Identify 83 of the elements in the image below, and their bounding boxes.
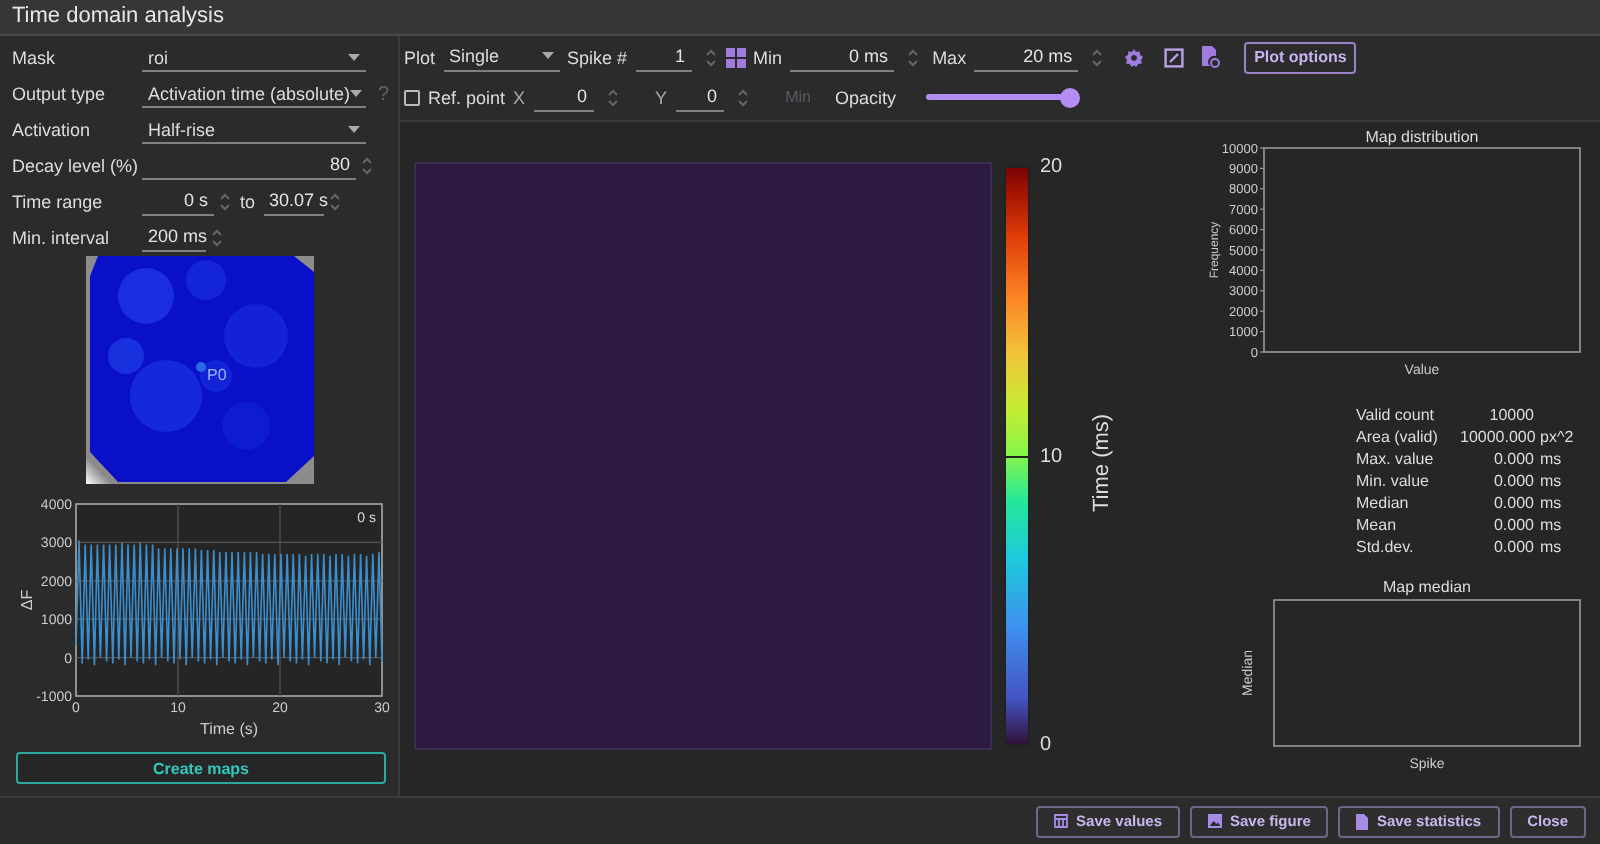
number-field[interactable]: 0: [533, 83, 594, 111]
number-field[interactable]: 20 ms: [974, 43, 1079, 71]
axis-label: Time (s): [199, 720, 259, 738]
stat-unit: ms: [1540, 448, 1564, 470]
spinner-icon[interactable]: [906, 45, 921, 69]
field-label: Mask: [12, 48, 58, 68]
table-icon: [1054, 814, 1069, 828]
field-label: Max: [932, 47, 967, 67]
caret-icon: [350, 89, 363, 97]
stat-value: 0.000: [1491, 514, 1536, 536]
chart-title: Map median: [1382, 578, 1472, 596]
spinner-icon[interactable]: [735, 85, 750, 109]
spinner-icon[interactable]: [1090, 45, 1105, 69]
checkbox-label[interactable]: Ref. point: [428, 87, 506, 107]
file-icon[interactable]: [1200, 46, 1221, 68]
field-label: Activation: [12, 120, 93, 140]
number-field[interactable]: 0 ms: [790, 43, 895, 71]
spinner-icon[interactable]: [210, 226, 224, 250]
caret-icon: [348, 125, 360, 133]
checkbox[interactable]: [404, 89, 420, 105]
stat-unit: ms: [1540, 536, 1564, 558]
field-label: Spike #: [567, 47, 628, 67]
field-label: Time range: [12, 192, 105, 212]
stat-value: 10000.000: [1460, 426, 1538, 448]
number-field[interactable]: 1: [635, 43, 692, 71]
spinner-icon[interactable]: [327, 190, 342, 214]
slider-thumb[interactable]: [1059, 87, 1080, 107]
dropdown[interactable]: roi: [142, 44, 366, 72]
marker-icon: [195, 362, 205, 372]
tick-label: 10: [1040, 445, 1063, 467]
field-label: Output type: [12, 84, 108, 104]
tick-label: 0: [1040, 734, 1054, 756]
field-label: Y: [655, 87, 668, 107]
axis-title: Time (ms): [1090, 410, 1115, 516]
slider-label: Opacity: [834, 87, 896, 107]
spinner-icon[interactable]: [218, 190, 232, 214]
stat-label: Mean: [1356, 514, 1399, 536]
stat-unit: ms: [1540, 492, 1564, 514]
grid-icon[interactable]: [725, 47, 746, 67]
tick-label: 20: [1040, 156, 1063, 178]
number-field[interactable]: 0: [675, 83, 724, 111]
spinner-icon[interactable]: [360, 154, 374, 178]
edit-icon[interactable]: [1164, 47, 1185, 67]
window-title: Time domain analysis: [0, 0, 1600, 36]
stat-label: Max. value: [1356, 448, 1436, 470]
stat-value: 0.000: [1491, 470, 1536, 492]
stat-value: 10000: [1487, 404, 1536, 426]
field-label: Plot: [404, 47, 436, 67]
field-label: to: [240, 192, 256, 212]
stat-unit: px^2: [1540, 426, 1576, 448]
caret-icon: [348, 53, 360, 61]
caret-icon: [541, 52, 554, 60]
stat-label: Std.dev.: [1356, 536, 1416, 558]
field-label: Decay level (%): [12, 156, 141, 176]
image-icon: [1208, 814, 1222, 828]
settings-icon[interactable]: [1124, 47, 1145, 67]
axis-label: ΔF: [18, 589, 36, 611]
stat-value: 0.000: [1491, 492, 1536, 514]
marker-label: P0: [207, 366, 227, 384]
create-maps-button[interactable]: Create maps: [16, 752, 386, 784]
dropdown[interactable]: Activation time (absolute): [142, 80, 366, 108]
spinner-icon[interactable]: [605, 85, 620, 109]
field-label: Min. interval: [12, 228, 112, 248]
plot-options-button[interactable]: Plot options: [1244, 41, 1357, 73]
number-field[interactable]: 30.07 s: [263, 188, 324, 216]
stat-label: Area (valid): [1356, 426, 1440, 448]
spinner-icon[interactable]: [703, 45, 718, 69]
stat-unit: ms: [1540, 470, 1564, 492]
stat-label: Valid count: [1356, 404, 1436, 426]
stat-label: Median: [1356, 492, 1411, 514]
file-icon: [1356, 813, 1369, 829]
number-field[interactable]: 200 ms: [142, 224, 206, 252]
field-label: Min: [753, 47, 783, 67]
dropdown[interactable]: Single: [443, 43, 560, 71]
dropdown[interactable]: Half-rise: [142, 116, 366, 144]
number-field[interactable]: 0 s: [142, 188, 214, 216]
chart-title: Map distribution: [1365, 128, 1479, 146]
stat-unit: ms: [1540, 514, 1564, 536]
stat-label: Min. value: [1356, 470, 1431, 492]
stat-value: 0.000: [1491, 448, 1536, 470]
field-label: X: [513, 87, 526, 107]
number-field[interactable]: 80: [142, 152, 356, 180]
stat-value: 0.000: [1491, 536, 1536, 558]
